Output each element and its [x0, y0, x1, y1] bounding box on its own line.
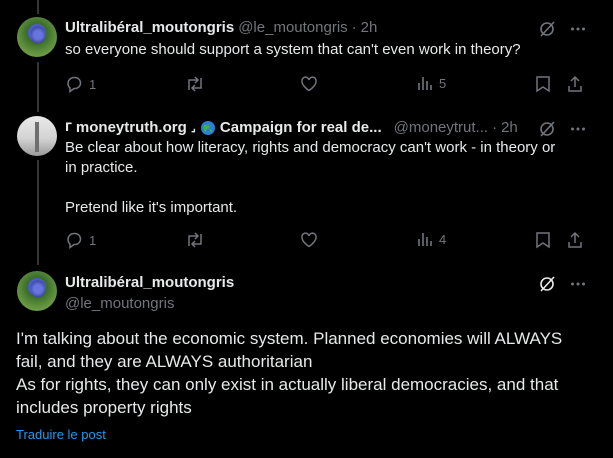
bookmark-icon	[535, 231, 551, 249]
like-button[interactable]	[300, 75, 318, 93]
bookmark-button[interactable]	[535, 231, 551, 249]
reply-icon	[65, 231, 83, 249]
retweet-button[interactable]	[185, 75, 205, 93]
reply-icon	[65, 75, 83, 93]
reply-button[interactable]: 1	[65, 75, 96, 93]
reply-count: 1	[89, 232, 97, 248]
main-tweet-text: I'm talking about the economic system. P…	[16, 327, 596, 419]
share-icon	[567, 75, 583, 93]
views-chart-icon	[417, 75, 433, 91]
views-count: 4	[439, 231, 447, 247]
author-name-prefix[interactable]: ᒥ	[65, 121, 72, 134]
separator-dot: ·	[492, 119, 498, 136]
bookmark-button[interactable]	[535, 75, 551, 93]
action-bar: 1 5	[65, 75, 585, 95]
separator-dot: ·	[351, 19, 357, 36]
like-button[interactable]	[300, 231, 318, 249]
tweet-header: Ultralibéral_moutongris	[65, 274, 234, 291]
tweet-text-line	[65, 178, 595, 198]
tweet-header: ᒥ moneytruth.org ⌟ Campaign for real de.…	[65, 119, 518, 136]
heart-icon	[300, 231, 318, 249]
tweet-text-line: Pretend like it's important.	[65, 199, 238, 216]
tweet-1[interactable]: Ultralibéral_moutongris @le_moutongris ·…	[0, 0, 613, 110]
more-dots-icon[interactable]	[570, 21, 586, 37]
heart-icon	[300, 75, 318, 93]
retweet-icon	[185, 75, 205, 93]
views-chart-icon	[417, 231, 433, 247]
views-button[interactable]: 5	[417, 75, 446, 91]
author-handle[interactable]: @le_moutongris	[238, 19, 347, 36]
reply-button[interactable]: 1	[65, 231, 96, 249]
action-bar: 1 4	[65, 231, 585, 251]
translate-post-link[interactable]: Traduire le post	[16, 427, 106, 442]
author-name[interactable]: moneytruth.org	[76, 119, 187, 136]
tweet-text-line: in practice.	[65, 159, 138, 176]
tweet-text: Be clear about how literacy, rights and …	[65, 138, 595, 218]
share-icon	[567, 231, 583, 249]
avatar[interactable]	[17, 116, 57, 156]
author-name-rest[interactable]: Campaign for real de...	[220, 119, 382, 136]
author-handle[interactable]: @moneytrut...	[394, 119, 488, 136]
author-name[interactable]: Ultralibéral_moutongris	[65, 274, 234, 291]
tweet-top-icons	[538, 120, 586, 138]
author-name-separator: ⌟	[190, 122, 196, 134]
tweet-2[interactable]: ᒥ moneytruth.org ⌟ Campaign for real de.…	[0, 110, 613, 265]
timestamp[interactable]: 2h	[361, 19, 378, 36]
share-button[interactable]	[567, 75, 583, 93]
reply-count: 1	[89, 76, 97, 92]
avatar[interactable]	[17, 17, 57, 57]
views-count: 5	[439, 75, 447, 91]
grok-slash-icon[interactable]	[538, 120, 556, 138]
tweet-top-icons	[538, 20, 586, 38]
views-button[interactable]: 4	[417, 231, 446, 247]
more-dots-icon[interactable]	[570, 276, 586, 292]
avatar[interactable]	[17, 271, 57, 311]
globe-emoji-icon	[200, 120, 216, 136]
author-name[interactable]: Ultralibéral_moutongris	[65, 19, 234, 36]
retweet-button[interactable]	[185, 231, 205, 249]
more-dots-icon[interactable]	[570, 121, 586, 137]
retweet-icon	[185, 231, 205, 249]
main-tweet-text-line: As for rights, they can only exist in ac…	[16, 375, 559, 394]
tweet-header: Ultralibéral_moutongris @le_moutongris ·…	[65, 19, 377, 36]
main-tweet-text-line: fail, and they are ALWAYS authoritarian	[16, 352, 313, 371]
timestamp[interactable]: 2h	[501, 119, 518, 136]
tweet-text: so everyone should support a system that…	[65, 41, 521, 58]
main-tweet-text-line: I'm talking about the economic system. P…	[16, 329, 563, 348]
grok-slash-icon[interactable]	[538, 20, 556, 38]
share-button[interactable]	[567, 231, 583, 249]
bookmark-icon	[535, 75, 551, 93]
tweet-text-line: Be clear about how literacy, rights and …	[65, 139, 556, 156]
author-handle[interactable]: @le_moutongris	[65, 295, 174, 312]
grok-slash-icon[interactable]	[538, 275, 556, 293]
tweet-top-icons	[538, 275, 586, 293]
main-tweet-text-line: includes property rights	[16, 398, 192, 417]
